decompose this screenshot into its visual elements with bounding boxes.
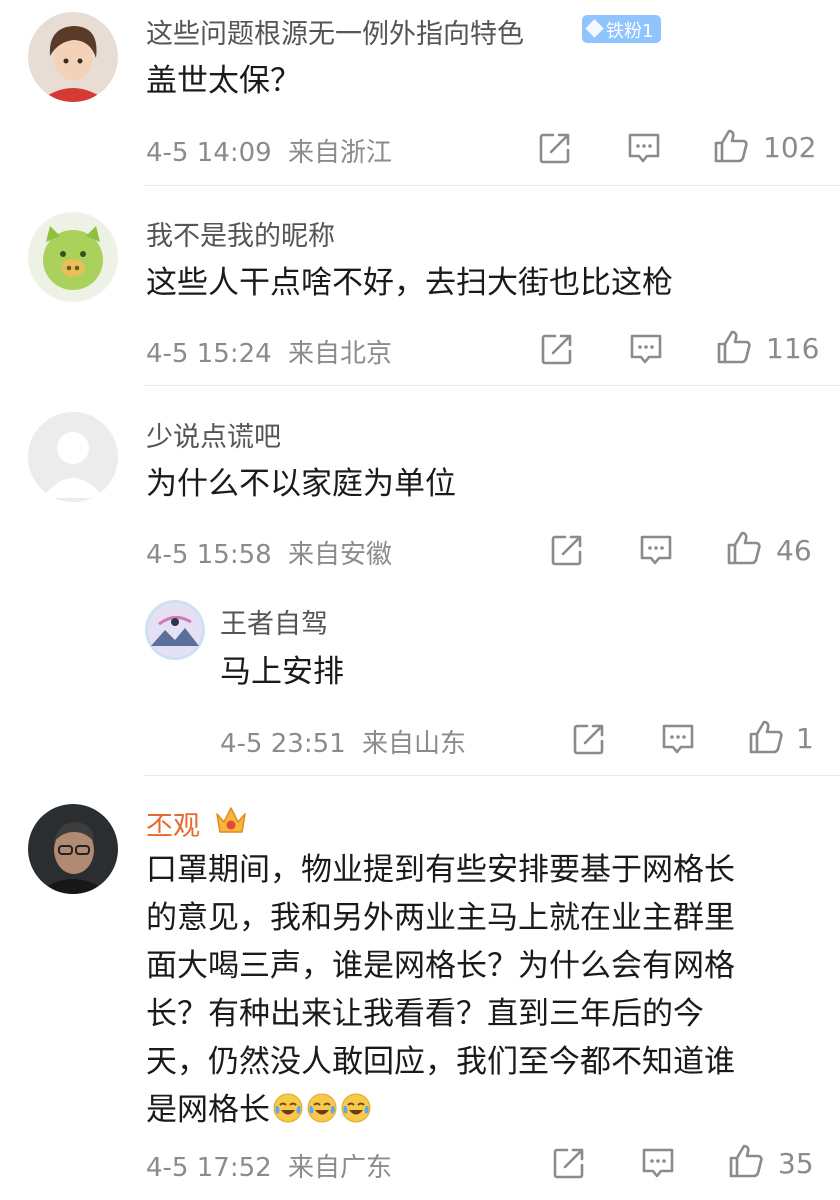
thumbs-up-icon[interactable] xyxy=(713,128,749,164)
like-count: 1 xyxy=(796,722,814,755)
comment-meta: 4-5 15:58 来自安徽 xyxy=(146,534,392,571)
comment-item: 这些问题根源无一例外指向特色 铁粉1 盖世太保？ 4-5 14:09 来自浙江 … xyxy=(0,0,840,186)
comment-line: 口罩期间，物业提到有些安排要基于网格长 xyxy=(146,852,735,888)
thumbs-up-icon[interactable] xyxy=(728,1143,764,1179)
comment-icon[interactable] xyxy=(638,532,674,568)
comment-meta: 4-5 17:52 来自广东 xyxy=(146,1147,392,1184)
man-portrait-avatar[interactable] xyxy=(28,804,118,894)
tears-of-joy-emoji-icon xyxy=(273,1093,303,1123)
comment-text: 为什么不以家庭为单位 xyxy=(146,466,456,502)
reply-text: 马上安排 xyxy=(220,654,344,690)
comment-icon[interactable] xyxy=(660,721,696,757)
comment-item: 丕观 口罩期间，物业提到有些安排要基于网格长 的意见，我和另外两业主马上就在业主… xyxy=(0,776,840,1200)
comment-location: 来自安徽 xyxy=(287,540,392,570)
reply-username[interactable]: 王者自驾 xyxy=(220,602,328,641)
comment-time: 4-5 14:09 xyxy=(146,138,272,168)
crown-icon xyxy=(216,807,246,833)
fan-badge: 铁粉1 xyxy=(582,15,662,43)
comment-item: 少说点谎吧 为什么不以家庭为单位 4-5 15:58 来自安徽 46 王者自驾 … xyxy=(0,386,840,776)
username[interactable]: 我不是我的昵称 xyxy=(146,214,335,253)
like-count: 35 xyxy=(778,1147,814,1180)
comment-item: 我不是我的昵称 这些人干点啥不好，去扫大街也比这枪 4-5 15:24 来自北京… xyxy=(0,186,840,386)
share-icon[interactable] xyxy=(549,532,585,568)
comment-text: 这些人干点啥不好，去扫大街也比这枪 xyxy=(146,265,673,301)
thumbs-up-icon[interactable] xyxy=(716,329,752,365)
default-avatar[interactable] xyxy=(28,412,118,502)
reply-time: 4-5 23:51 xyxy=(220,729,346,759)
comment-meta: 4-5 15:24 来自北京 xyxy=(146,333,392,370)
thumbs-up-icon[interactable] xyxy=(748,719,784,755)
thumbs-up-icon[interactable] xyxy=(726,530,762,566)
badge-label: 铁粉1 xyxy=(606,21,654,42)
comment-location: 来自广东 xyxy=(287,1153,392,1183)
comment-meta: 4-5 14:09 来自浙江 xyxy=(146,132,392,169)
share-icon[interactable] xyxy=(537,130,573,166)
username[interactable]: 丕观 xyxy=(146,804,200,843)
landscape-avatar[interactable] xyxy=(145,600,205,660)
comment-icon[interactable] xyxy=(628,331,664,367)
username[interactable]: 这些问题根源无一例外指向特色 xyxy=(146,12,524,51)
comment-line-last: 是网格长😂😂😂 xyxy=(146,1086,836,1134)
comment-line: 的意见，我和另外两业主马上就在业主群里 xyxy=(146,900,735,936)
like-count: 116 xyxy=(766,332,820,365)
comment-line: 面大喝三声，谁是网格长？为什么会有网格 xyxy=(146,948,735,984)
reply-location: 来自山东 xyxy=(361,729,466,759)
comment-line: 长？有种出来让我看看？直到三年后的今 xyxy=(146,996,704,1032)
green-pig-avatar[interactable] xyxy=(28,212,118,302)
comment-text: 盖世太保？ xyxy=(146,63,301,99)
share-icon[interactable] xyxy=(539,331,575,367)
like-count: 102 xyxy=(763,131,817,164)
comment-line: 是网格长 xyxy=(146,1092,270,1128)
tears-of-joy-emoji-icon xyxy=(341,1093,371,1123)
comment-location: 来自浙江 xyxy=(287,138,392,168)
comment-icon[interactable] xyxy=(626,130,662,166)
share-icon[interactable] xyxy=(551,1145,587,1181)
username[interactable]: 少说点谎吧 xyxy=(146,415,281,454)
comment-line: 天，仍然没人敢回应，我们至今都不知道谁 xyxy=(146,1044,735,1080)
comment-time: 4-5 15:24 xyxy=(146,339,272,369)
like-count: 46 xyxy=(776,534,812,567)
diamond-icon xyxy=(585,19,604,38)
comment-icon[interactable] xyxy=(640,1145,676,1181)
comment-time: 4-5 15:58 xyxy=(146,540,272,570)
comment-text: 口罩期间，物业提到有些安排要基于网格长 的意见，我和另外两业主马上就在业主群里 … xyxy=(146,846,836,1134)
anime-boy-avatar[interactable] xyxy=(28,12,118,102)
tears-of-joy-emoji-icon xyxy=(307,1093,337,1123)
share-icon[interactable] xyxy=(571,721,607,757)
reply-meta: 4-5 23:51 来自山东 xyxy=(220,723,466,760)
comment-location: 来自北京 xyxy=(287,339,392,369)
comment-time: 4-5 17:52 xyxy=(146,1153,272,1183)
